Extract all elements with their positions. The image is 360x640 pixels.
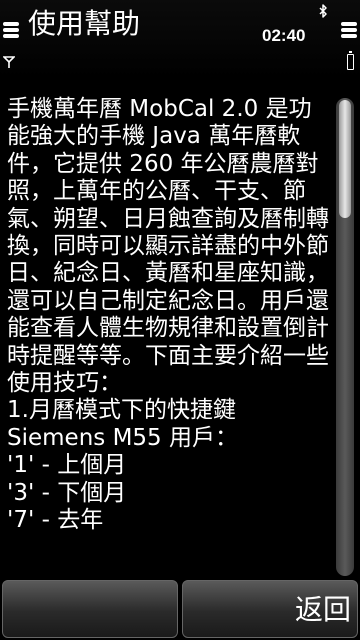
softkey-bar: 返回	[0, 578, 360, 640]
scrollbar[interactable]	[336, 98, 354, 576]
battery-icon	[347, 51, 354, 70]
scroll-thumb[interactable]	[339, 100, 351, 218]
page-title: 使用幫助	[28, 7, 141, 40]
left-softkey[interactable]	[2, 580, 178, 638]
battery-level-icon	[341, 22, 357, 46]
antenna-icon	[3, 56, 15, 68]
title-bar: 使用幫助 02:40	[0, 0, 360, 78]
back-softkey-label: 返回	[294, 593, 351, 626]
bluetooth-icon	[319, 4, 327, 18]
help-content[interactable]: 手機萬年曆 MobCal 2.0 是功能強大的手機 Java 萬年曆軟件，它提供…	[0, 78, 336, 578]
help-screen: 使用幫助 02:40 手機萬年曆 MobCal 2.0 是功能強大的手機 Jav…	[0, 0, 360, 640]
clock: 02:40	[262, 26, 306, 45]
signal-strength-icon	[3, 22, 19, 46]
back-softkey[interactable]: 返回	[182, 580, 358, 638]
help-text: 手機萬年曆 MobCal 2.0 是功能強大的手機 Java 萬年曆軟件，它提供…	[7, 96, 329, 534]
